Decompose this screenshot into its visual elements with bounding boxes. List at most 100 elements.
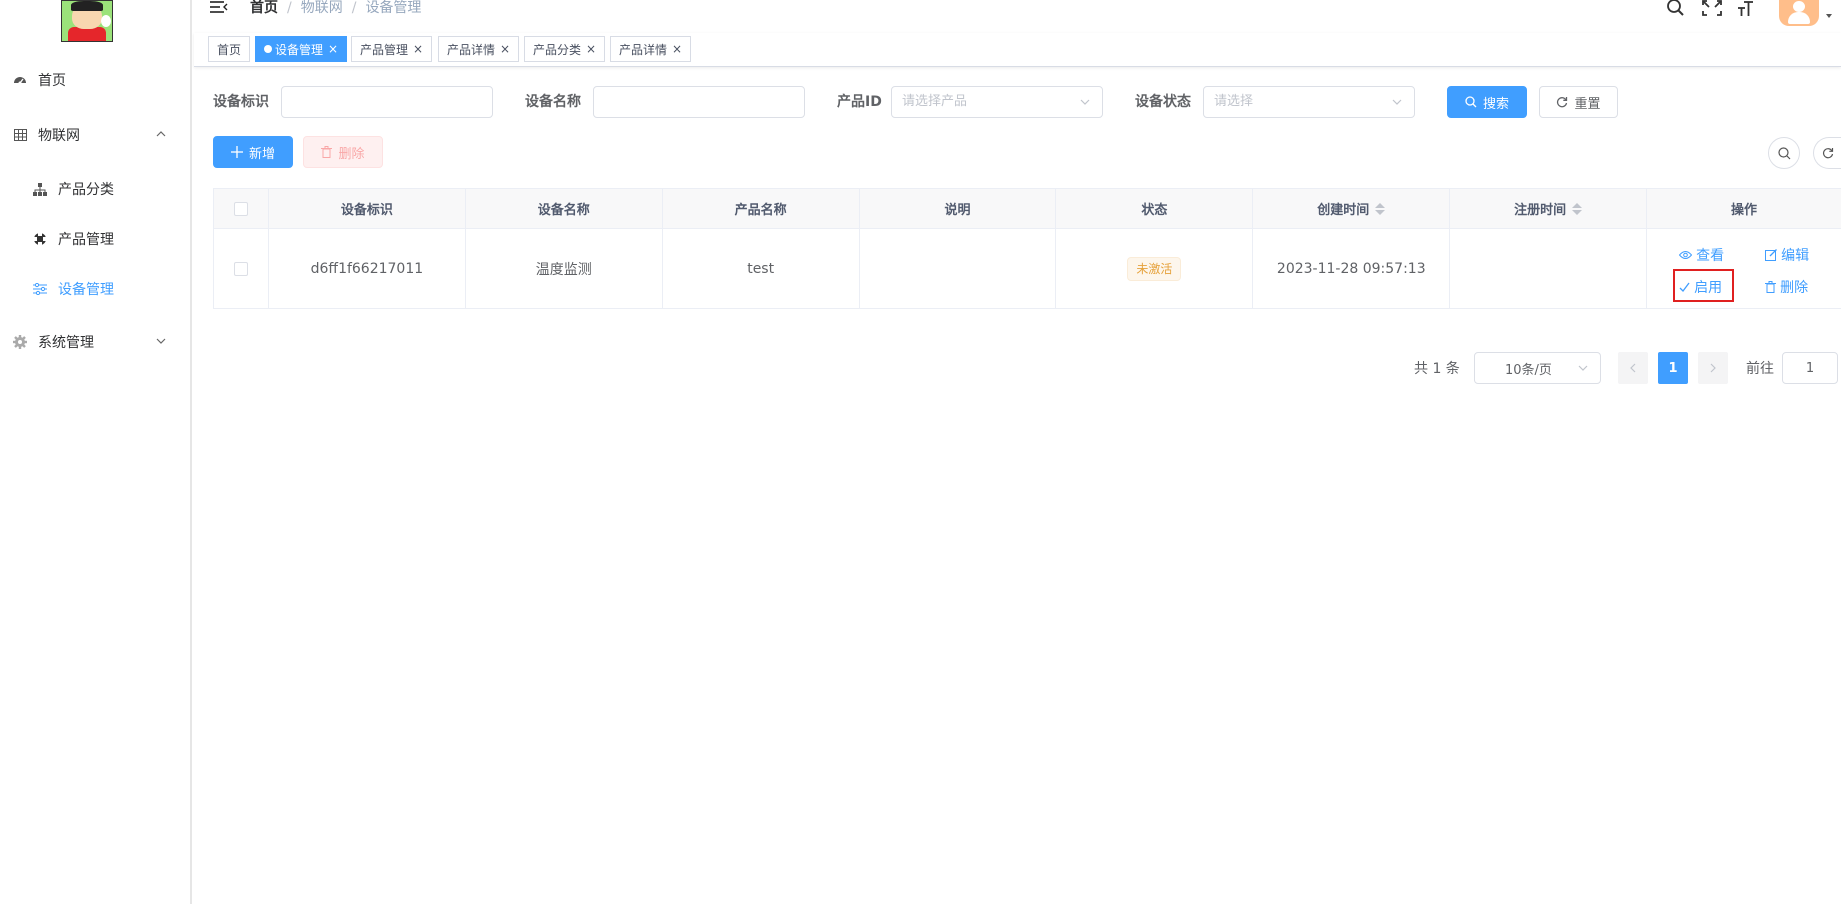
refresh-icon [1822,148,1833,159]
refresh-table-button[interactable] [1813,137,1841,169]
chevron-down-icon [1392,99,1402,105]
column-header-label: 创建时间 [1317,203,1370,218]
breadcrumb: 首页 / 物联网 / 设备管理 [250,0,421,16]
tag-device-management[interactable]: 设备管理 × [255,36,348,62]
gear-icon [12,334,28,350]
chevron-left-icon [1630,363,1636,373]
table-row: d6ff1f66217011 温度监测 test 未激活 2023-11-28 … [214,229,1841,309]
breadcrumb-home[interactable]: 首页 [250,0,278,16]
close-icon[interactable]: × [586,42,596,56]
sort-icon[interactable] [1572,202,1583,215]
cell-description [859,229,1057,309]
avatar[interactable] [1779,0,1819,26]
edit-link-label: 编辑 [1781,248,1810,264]
column-header-registered-at[interactable]: 注册时间 [1450,189,1648,229]
search-button-label: 搜索 [1482,96,1509,112]
row-checkbox[interactable] [233,261,248,276]
search-icon [1777,146,1790,159]
chevron-down-icon [1080,99,1090,105]
sidebar-item-label: 首页 [38,73,66,89]
cell-device-name: 温度监测 [465,229,663,309]
trash-icon [321,146,333,158]
close-icon[interactable]: × [413,42,423,56]
tag-product-detail[interactable]: 产品详情 × [438,36,520,62]
tree-icon [32,181,48,197]
tag-product-detail-2[interactable]: 产品详情 × [610,36,692,62]
add-button[interactable]: 新增 [213,136,293,168]
goto-page-input[interactable]: 1 [1782,352,1838,384]
edit-link[interactable]: 编辑 [1765,245,1809,265]
sidebar-item-home[interactable]: 首页 [0,55,190,105]
device-status-label: 设备状态 [1135,94,1191,110]
edit-icon [1765,249,1778,261]
device-table: 设备标识 设备名称 产品名称 说明 状态 创建时间 注册时间 操作 d6ff1f… [213,188,1841,309]
device-status-select[interactable]: 请选择 [1203,86,1415,118]
sidebar-item-iot[interactable]: 物联网 [0,110,190,160]
hamburger-icon[interactable] [210,0,228,16]
search-icon[interactable] [1666,0,1686,18]
select-all-checkbox[interactable] [233,201,248,216]
logo-image [61,0,113,42]
device-id-label: 设备标识 [213,94,269,110]
sidebar-item-device-management[interactable]: 设备管理 [0,264,190,314]
header-checkbox-cell [214,189,269,229]
view-link[interactable]: 查看 [1679,245,1724,265]
close-icon[interactable]: × [328,42,338,56]
close-icon[interactable]: × [500,42,510,56]
product-id-select[interactable]: 请选择产品 [891,86,1103,118]
cell-status: 未激活 [1056,229,1254,309]
device-name-label: 设备名称 [525,94,581,110]
breadcrumb-separator: / [287,0,292,16]
sort-icon[interactable] [1375,202,1386,215]
tag-label: 产品管理 [360,42,409,57]
reset-button[interactable]: 重置 [1539,86,1618,118]
plus-icon [230,146,243,158]
tag-label: 设备管理 [275,42,324,57]
next-page-button[interactable] [1698,352,1728,384]
tag-home[interactable]: 首页 [208,36,251,62]
sidebar-item-system[interactable]: 系统管理 [0,317,190,367]
refresh-icon [1556,96,1568,108]
breadcrumb-separator: / [351,0,357,16]
device-name-input[interactable] [593,86,805,118]
cell-registered-at [1450,229,1648,309]
grid-icon [12,127,28,143]
view-link-label: 查看 [1696,248,1725,264]
column-header: 状态 [1056,189,1254,229]
goto-label: 前往 [1746,361,1774,377]
sidebar: 首页 物联网 产品分类 产品管理 设备管理 系统管理 [0,0,192,904]
cell-created-at: 2023-11-28 09:57:13 [1253,229,1451,309]
delete-link[interactable]: 删除 [1765,277,1808,297]
fullscreen-icon[interactable] [1702,0,1722,18]
page-size-value: 10条/页 [1505,362,1552,378]
page-button-1[interactable]: 1 [1658,352,1688,384]
toggle-search-button[interactable] [1768,137,1800,169]
trash-icon [1765,281,1777,293]
page-size-select[interactable]: 10条/页 [1474,352,1601,384]
sidebar-item-product-management[interactable]: 产品管理 [0,214,190,264]
close-icon[interactable]: × [672,42,682,56]
column-header: 设备名称 [465,189,663,229]
sidebar-item-product-category[interactable]: 产品分类 [0,164,190,214]
search-button[interactable]: 搜索 [1447,86,1527,118]
cell-device-id: d6ff1f66217011 [268,229,466,309]
tag-label: 产品详情 [619,42,668,57]
product-id-placeholder: 请选择产品 [902,94,968,109]
add-button-label: 新增 [248,146,275,162]
column-header-created-at[interactable]: 创建时间 [1253,189,1451,229]
column-header: 设备标识 [268,189,466,229]
chevron-right-icon [1710,363,1716,373]
tag-product-category[interactable]: 产品分类 × [524,36,606,62]
font-size-icon[interactable] [1736,0,1756,18]
chevron-up-icon [156,131,166,137]
prev-page-button[interactable] [1618,352,1648,384]
product-icon [32,231,48,247]
product-id-label: 产品ID [837,94,882,110]
device-id-input[interactable] [281,86,493,118]
caret-down-icon[interactable] [1826,14,1832,18]
tag-product-management[interactable]: 产品管理 × [351,36,433,62]
pagination-total: 共 1 条 [1414,361,1460,377]
delete-button[interactable]: 删除 [303,136,383,168]
cell-product-name: test [662,229,860,309]
active-dot-icon [264,45,272,53]
